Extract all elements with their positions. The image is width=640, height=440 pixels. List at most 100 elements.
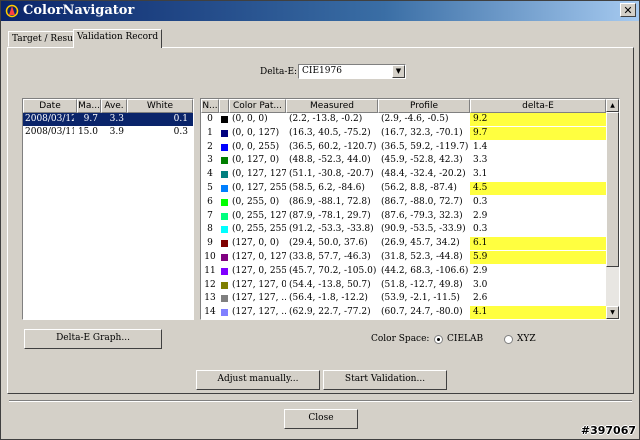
column-header-white[interactable]: White — [127, 99, 193, 113]
dropdown-arrow-icon[interactable]: ▼ — [392, 65, 405, 78]
patch-row[interactable]: 1 (0, 0, 127) (16.3, 40.5, -75.2) (16.7, 32… — [201, 126, 606, 140]
column-header-date[interactable]: Date — [23, 99, 77, 113]
start-validation-button[interactable]: Start Validation... — [323, 370, 447, 390]
delta-e-select[interactable]: CIE1976 ▼ — [298, 64, 406, 79]
patch-measured: (2.2, -13.8, -0.2) — [289, 114, 363, 124]
column-header-swatch[interactable] — [219, 99, 229, 113]
patch-row[interactable]: 7 (0, 255, 127) (87.9, -78.1, 29.7) (87.6, … — [201, 210, 606, 223]
record-row[interactable]: 2008/03/11 15.0 3.9 0.3 — [23, 126, 193, 139]
patch-table-scrollbar[interactable]: ▲ ▼ — [606, 99, 619, 319]
patch-delta-e: 0.3 — [473, 196, 488, 207]
patch-profile: (90.9, -53.5, -33.9) — [381, 224, 466, 235]
column-header-max[interactable]: Ma... — [77, 99, 101, 113]
patch-measured: (86.9, -88.1, 72.8) — [289, 196, 371, 207]
cielab-radio[interactable] — [434, 335, 443, 344]
patch-profile: (53.9, -2.1, -11.5) — [381, 293, 460, 304]
patch-measured: (56.4, -1.8, -12.2) — [289, 293, 368, 304]
patch-profile: (51.8, -12.7, 49.8) — [381, 279, 463, 290]
patch-row[interactable]: 8 (0, 255, 255) (91.2, -53.3, -33.8) (90.9,… — [201, 223, 606, 236]
patch-number: 11 — [204, 265, 216, 276]
column-header-ave[interactable]: Ave. — [101, 99, 127, 113]
patch-table[interactable]: N... Color Pat... Measured Profile delta… — [200, 98, 620, 320]
cielab-radio-label[interactable]: CIELAB — [447, 334, 483, 344]
column-header-measured[interactable]: Measured — [286, 99, 378, 113]
patch-profile: (26.9, 45.7, 34.2) — [381, 238, 460, 249]
color-swatch — [221, 212, 228, 220]
patch-delta-e: 2.9 — [473, 265, 488, 276]
delta-e-graph-button[interactable]: Delta-E Graph... — [24, 329, 162, 349]
color-swatch — [221, 171, 228, 179]
patch-color: (127, 0, 255) — [232, 265, 286, 276]
color-swatch — [221, 295, 228, 303]
validation-records-list[interactable]: Date Ma... Ave. White 2008/03/12 9.7 3.3 0.… — [22, 98, 194, 320]
patch-row[interactable]: 10 (127, 0, 127) (33.8, 57.7, -46.3) (31.8,… — [201, 251, 606, 264]
column-header-delta-e[interactable]: delta-E — [470, 99, 606, 113]
patch-delta-e: 2.9 — [473, 210, 488, 221]
patch-color: (0, 255, 255) — [232, 224, 286, 235]
patch-color: (0, 0, 127) — [232, 127, 280, 138]
patch-profile: (36.5, 59.2, -119.7) — [381, 141, 469, 152]
patch-color: (127, 127, 0) — [232, 279, 286, 290]
adjust-manually-button[interactable]: Adjust manually... — [196, 370, 320, 390]
column-header-profile[interactable]: Profile — [378, 99, 470, 113]
patch-number: 9 — [207, 238, 213, 249]
patch-measured: (29.4, 50.0, 37.6) — [289, 238, 368, 249]
title-bar[interactable]: ColorNavigator ✕ — [1, 1, 639, 21]
xyz-radio[interactable] — [504, 335, 513, 344]
close-button-label: Close — [308, 413, 334, 423]
patch-row[interactable]: 3 (0, 127, 0) (48.8, -52.3, 44.0) (45.9, -5… — [201, 154, 606, 167]
patch-number: 1 — [207, 127, 213, 138]
column-header-color-patch[interactable]: Color Pat... — [229, 99, 286, 113]
patch-row[interactable]: 11 (127, 0, 255) (45.7, 70.2, -105.0) (44.2… — [201, 265, 606, 278]
column-header-number[interactable]: N... — [201, 99, 219, 113]
patch-color: (0, 127, 255) — [232, 183, 286, 193]
color-swatch — [221, 143, 228, 151]
patch-measured: (16.3, 40.5, -75.2) — [289, 127, 371, 138]
patch-profile: (44.2, 68.3, -106.6) — [381, 265, 469, 276]
delta-e-selected-value: CIE1976 — [302, 66, 342, 76]
adjust-manually-button-label: Adjust manually... — [217, 374, 299, 384]
record-white: 0.3 — [173, 127, 188, 137]
patch-number: 8 — [207, 224, 213, 235]
patch-row[interactable]: 14 (127, 127, ... (62.9, 22.7, -77.2) (60.7… — [201, 306, 606, 319]
patch-row[interactable]: 2 (0, 0, 255) (36.5, 60.2, -120.7) (36.5, 5… — [201, 141, 606, 154]
patch-profile: (31.8, 52.3, -44.8) — [381, 252, 463, 262]
footer-separator — [9, 400, 632, 402]
patch-color: (0, 255, 0) — [232, 196, 280, 207]
close-icon: ✕ — [623, 4, 633, 17]
patch-profile: (86.7, -88.0, 72.7) — [381, 196, 463, 207]
patch-number: 4 — [207, 169, 213, 180]
patch-row[interactable]: 0 (0, 0, 0) (2.2, -13.8, -0.2) (2.9, -4.6, … — [201, 113, 606, 126]
patch-row[interactable]: 5 (0, 127, 255) (58.5, 6.2, -84.6) (56.2, 8… — [201, 182, 606, 195]
record-date: 2008/03/11 — [25, 127, 74, 137]
record-row[interactable]: 2008/03/12 9.7 3.3 0.1 — [23, 113, 193, 126]
patch-measured: (87.9, -78.1, 29.7) — [289, 210, 371, 221]
patch-delta-e: 6.1 — [470, 237, 606, 251]
patch-profile: (48.4, -32.4, -20.2) — [381, 169, 466, 180]
close-button[interactable]: Close — [284, 409, 358, 429]
patch-row[interactable]: 13 (127, 127, ... (56.4, -1.8, -12.2) (53.9… — [201, 292, 606, 305]
close-window-button[interactable]: ✕ — [620, 3, 636, 17]
color-swatch — [221, 281, 228, 289]
patch-profile: (87.6, -79.3, 32.3) — [381, 210, 463, 221]
patch-number: 14 — [204, 307, 216, 318]
patch-measured: (48.8, -52.3, 44.0) — [289, 155, 371, 166]
patch-row[interactable]: 4 (0, 127, 127) (51.1, -30.8, -20.7) (48.4,… — [201, 168, 606, 181]
scroll-down-icon[interactable]: ▼ — [606, 306, 619, 319]
patch-row[interactable]: 9 (127, 0, 0) (29.4, 50.0, 37.6) (26.9, 45.… — [201, 237, 606, 251]
patch-delta-e: 2.6 — [473, 293, 488, 304]
tab-validation-record[interactable]: Validation Record — [73, 29, 163, 48]
patch-profile: (2.9, -4.6, -0.5) — [381, 114, 449, 124]
xyz-radio-label[interactable]: XYZ — [517, 334, 536, 344]
scroll-up-icon[interactable]: ▲ — [606, 99, 619, 112]
patch-measured: (62.9, 22.7, -77.2) — [289, 307, 371, 318]
scrollbar-thumb[interactable] — [606, 112, 619, 267]
record-ave: 3.9 — [109, 127, 124, 137]
record-max: 9.7 — [83, 114, 98, 124]
patch-number: 0 — [207, 114, 213, 124]
patch-color: (127, 127, ... — [232, 307, 286, 318]
patch-row[interactable]: 6 (0, 255, 0) (86.9, -88.1, 72.8) (86.7, -8… — [201, 196, 606, 209]
tab-target-result-label: Target / Result — [12, 34, 80, 44]
patch-profile: (16.7, 32.3, -70.1) — [381, 127, 463, 138]
patch-row[interactable]: 12 (127, 127, 0) (54.4, -13.8, 50.7) (51.8,… — [201, 279, 606, 292]
